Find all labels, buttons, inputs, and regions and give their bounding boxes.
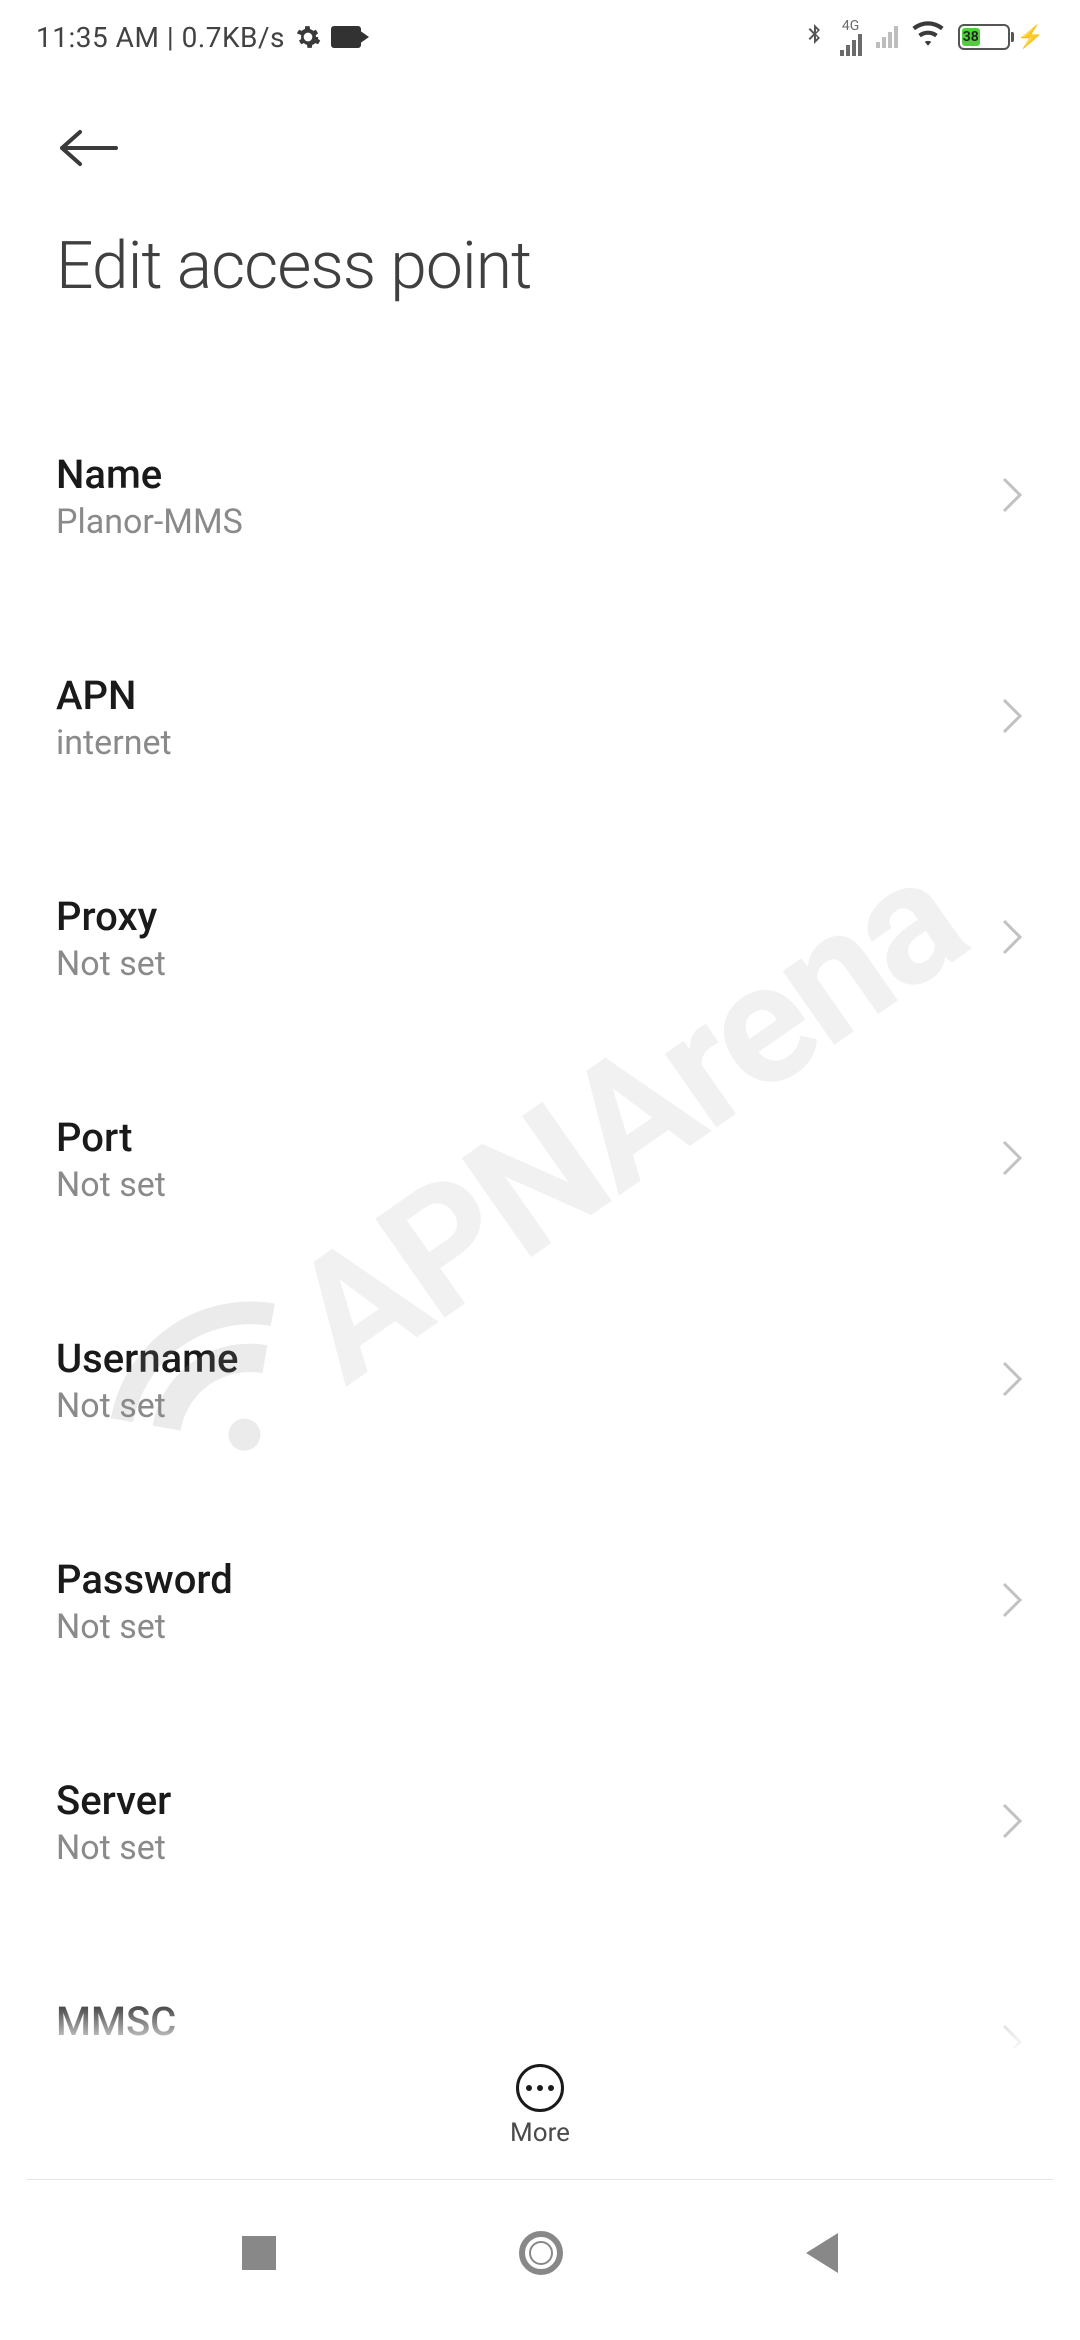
status-bar: 11:35 AM | 0.7KB/s 4G 38 ⚡ [0, 0, 1080, 74]
setting-value: Not set [56, 1607, 233, 1647]
status-left: 11:35 AM | 0.7KB/s [36, 21, 361, 54]
status-time: 11:35 AM | 0.7KB/s [36, 21, 285, 54]
setting-row-apn[interactable]: APN internet [56, 636, 1024, 857]
setting-row-server[interactable]: Server Not set [56, 1741, 1024, 1962]
setting-row-name[interactable]: Name Planor-MMS [56, 415, 1024, 636]
setting-label: Port [56, 1114, 166, 1161]
setting-label: Password [56, 1556, 233, 1603]
recents-button[interactable] [242, 2236, 276, 2270]
setting-value: Planor-MMS [56, 502, 243, 542]
signal-bars-nosim-icon [876, 26, 898, 48]
page-title: Edit access point [56, 228, 1024, 305]
setting-label: Server [56, 1777, 171, 1824]
chevron-right-icon [1000, 475, 1024, 519]
setting-row-password[interactable]: Password Not set [56, 1520, 1024, 1741]
signal-bars-icon [840, 34, 862, 56]
setting-value: Not set [56, 1386, 238, 1426]
bottom-action-bar: More [0, 2048, 1080, 2164]
back-button[interactable] [56, 155, 120, 174]
bluetooth-icon [802, 20, 826, 55]
chevron-right-icon [1000, 1138, 1024, 1182]
chevron-right-icon [1000, 1580, 1024, 1624]
signal-4g: 4G [840, 19, 862, 56]
wifi-icon [912, 21, 944, 54]
system-nav-bar [0, 2190, 1080, 2340]
divider [26, 2179, 1054, 2180]
setting-label: Name [56, 451, 243, 498]
setting-label: Proxy [56, 893, 166, 940]
setting-value: Not set [56, 1828, 171, 1868]
setting-value: Not set [56, 1165, 166, 1205]
back-nav-button[interactable] [806, 2233, 838, 2273]
settings-list: Name Planor-MMS APN internet Proxy Not s… [56, 415, 1024, 2205]
signal-4g-label: 4G [842, 19, 859, 33]
more-button[interactable]: More [510, 2064, 570, 2148]
more-label: More [510, 2118, 570, 2148]
setting-value: internet [56, 723, 172, 763]
battery-icon: 38 ⚡ [958, 24, 1044, 50]
gear-icon [295, 24, 321, 50]
setting-row-proxy[interactable]: Proxy Not set [56, 857, 1024, 1078]
chevron-right-icon [1000, 1359, 1024, 1403]
setting-value: Not set [56, 944, 166, 984]
net-speed-text: 0.7KB/s [182, 21, 285, 54]
chevron-right-icon [1000, 696, 1024, 740]
camera-icon [331, 26, 361, 48]
chevron-right-icon [1000, 1801, 1024, 1845]
setting-label: Username [56, 1335, 238, 1382]
setting-row-username[interactable]: Username Not set [56, 1299, 1024, 1520]
time-text: 11:35 AM [36, 21, 159, 54]
home-button[interactable] [519, 2231, 563, 2275]
setting-label: APN [56, 672, 172, 719]
chevron-right-icon [1000, 917, 1024, 961]
charging-icon: ⚡ [1017, 25, 1044, 50]
setting-label: MMSC [56, 1998, 489, 2045]
setting-row-port[interactable]: Port Not set [56, 1078, 1024, 1299]
status-right: 4G 38 ⚡ [802, 19, 1044, 56]
more-icon [516, 2064, 564, 2112]
battery-percent: 38 [963, 29, 979, 45]
